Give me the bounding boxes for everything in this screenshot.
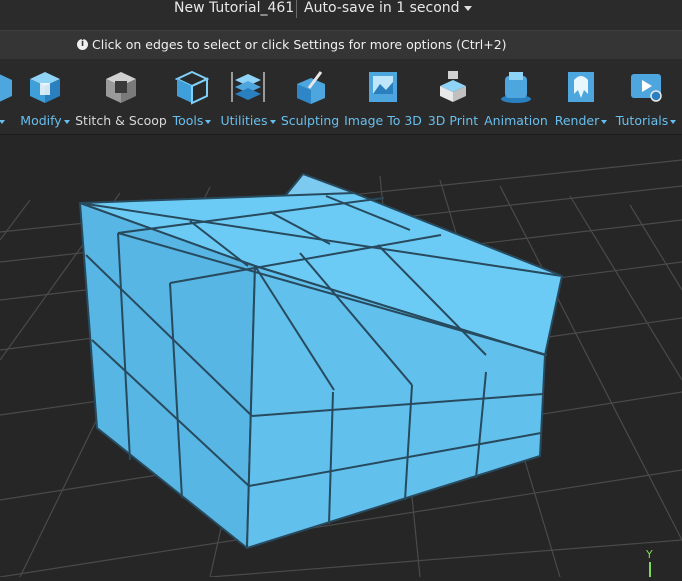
chevron-down-icon <box>670 119 677 124</box>
document-title: New Tutorial_461 <box>174 0 295 16</box>
toolbar-label: Stitch & Scoop <box>75 113 167 128</box>
autosave-label: Auto-save in 1 second <box>304 0 460 16</box>
render-icon <box>568 72 594 102</box>
toolbar-item-image-to-3d[interactable]: Image To 3D <box>344 59 422 134</box>
toolbar-item-3d-print[interactable]: 3D Print <box>427 59 479 134</box>
toolbar-item-animation[interactable]: Animation <box>484 59 548 134</box>
hint-bar: i Click on edges to select or click Sett… <box>0 30 682 60</box>
toolbar-item-tutorials[interactable]: Tutorials <box>613 59 679 134</box>
mesh-model[interactable] <box>79 173 563 549</box>
toolbar-label: Modify <box>20 113 62 128</box>
toolbar-item-modify[interactable]: Modify <box>19 59 71 134</box>
toolbar-item-tools[interactable]: Tools <box>170 59 214 134</box>
chevron-down-icon <box>601 119 608 124</box>
title-separator <box>296 0 297 18</box>
toolbar-label: Utilities <box>220 113 268 128</box>
3d-print-icon <box>440 71 466 102</box>
toolbar-label: Sculpting <box>280 113 340 128</box>
image-to-3d-icon <box>369 72 397 102</box>
tutorials-icon <box>631 74 662 102</box>
mesh-icon <box>0 74 12 102</box>
chevron-down-icon <box>63 119 70 124</box>
viewport-canvas[interactable]: Y <box>0 135 682 578</box>
hint-text: Click on edges to select or click Settin… <box>92 37 507 52</box>
y-axis-label: Y <box>645 548 653 561</box>
toolbar-label: 3D Print <box>427 113 479 128</box>
main-toolbar: n Modify Stitch & Scoop Tools <box>0 59 682 135</box>
title-bar: New Tutorial_461 Auto-save in 1 second <box>0 0 682 30</box>
modify-cube-icon <box>30 72 60 103</box>
stitch-scoop-icon <box>106 72 136 103</box>
animation-icon <box>501 72 531 103</box>
utilities-layers-icon <box>231 72 265 102</box>
toolbar-label: Tools <box>172 113 204 128</box>
chevron-down-icon <box>463 5 472 11</box>
autosave-dropdown[interactable]: Auto-save in 1 second <box>304 0 472 16</box>
toolbar-item-render[interactable]: Render <box>553 59 609 134</box>
toolbar-item-stitch-scoop[interactable]: Stitch & Scoop <box>75 59 167 134</box>
3d-viewport[interactable]: Y <box>0 135 682 578</box>
chevron-down-icon <box>205 119 212 124</box>
chevron-down-icon <box>0 119 5 124</box>
toolbar-item-utilities[interactable]: Utilities <box>220 59 276 134</box>
toolbar-item-sculpting[interactable]: Sculpting <box>281 59 339 134</box>
toolbar-item-mesh[interactable]: n <box>0 59 14 134</box>
toolbar-label: Image To 3D <box>344 113 422 128</box>
toolbar-label: Tutorials <box>615 113 669 128</box>
sculpting-icon <box>297 71 325 104</box>
chevron-down-icon <box>269 119 276 124</box>
info-icon: i <box>77 39 88 50</box>
toolbar-label: Render <box>554 113 600 128</box>
axis-gizmo: Y <box>645 548 653 577</box>
tools-cube-icon <box>174 70 210 105</box>
toolbar-label: Animation <box>484 113 548 128</box>
